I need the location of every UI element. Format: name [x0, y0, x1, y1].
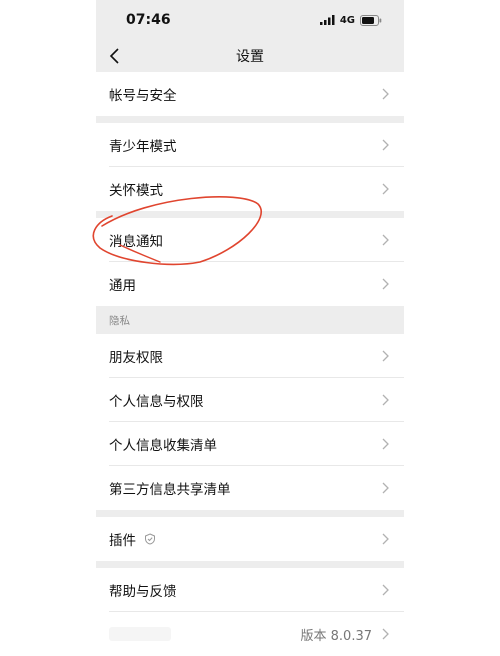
- settings-item-about[interactable]: 版本 8.0.37: [96, 612, 404, 656]
- chevron-right-icon: [382, 533, 389, 545]
- network-type: 4G: [339, 14, 355, 26]
- settings-item-third-party-sharing-list[interactable]: 第三方信息共享清单: [96, 466, 404, 510]
- nav-bar: 设置: [96, 40, 404, 72]
- settings-item-personal-info-permissions[interactable]: 个人信息与权限: [96, 378, 404, 422]
- settings-item-label: 通用: [109, 278, 136, 294]
- settings-item-help-feedback[interactable]: 帮助与反馈: [96, 568, 404, 612]
- settings-item-general[interactable]: 通用: [96, 262, 404, 306]
- settings-item-friend-permissions[interactable]: 朋友权限: [96, 334, 404, 378]
- chevron-right-icon: [382, 438, 389, 450]
- chevron-right-icon: [382, 628, 389, 640]
- chevron-right-icon: [382, 394, 389, 406]
- section-header-privacy: 隐私: [109, 315, 130, 327]
- settings-item-label: 个人信息与权限: [109, 394, 204, 410]
- settings-item-label: 关怀模式: [109, 183, 163, 199]
- phone-screen: 07:46 4G 设置 帐号与安全 青少年模式 关怀模式 消息通知 通用 隐私 …: [96, 0, 404, 656]
- chevron-right-icon: [382, 482, 389, 494]
- chevron-right-icon: [382, 88, 389, 100]
- settings-item-label: 个人信息收集清单: [109, 438, 217, 454]
- page-title: 设置: [236, 49, 264, 65]
- settings-item-plugins[interactable]: 插件: [96, 517, 404, 561]
- settings-item-info-collection-list[interactable]: 个人信息收集清单: [96, 422, 404, 466]
- settings-item-label: 帐号与安全: [109, 88, 177, 104]
- shield-icon: [145, 533, 155, 545]
- chevron-right-icon: [382, 278, 389, 290]
- back-arrow-icon[interactable]: [106, 46, 126, 66]
- settings-item-label-group: [109, 627, 301, 641]
- settings-item-label: 帮助与反馈: [109, 584, 177, 600]
- settings-item-label: 消息通知: [109, 234, 163, 250]
- status-time: 07:46: [126, 12, 171, 28]
- settings-item-account-security[interactable]: 帐号与安全: [96, 72, 404, 116]
- chevron-right-icon: [382, 139, 389, 151]
- settings-item-label: 朋友权限: [109, 350, 163, 366]
- chevron-right-icon: [382, 350, 389, 362]
- settings-item-label: 插件: [109, 533, 136, 549]
- status-indicators: 4G: [319, 14, 382, 26]
- chevron-right-icon: [382, 183, 389, 195]
- blurred-label-placeholder: [109, 627, 171, 641]
- settings-item-teen-mode[interactable]: 青少年模式: [96, 123, 404, 167]
- settings-item-care-mode[interactable]: 关怀模式: [96, 167, 404, 211]
- chevron-right-icon: [382, 584, 389, 596]
- chevron-right-icon: [382, 234, 389, 246]
- signal-icon: [319, 15, 335, 25]
- version-text: 版本 8.0.37: [300, 628, 372, 644]
- settings-item-label: 第三方信息共享清单: [109, 482, 231, 498]
- status-bar: 07:46 4G: [96, 0, 404, 40]
- settings-item-label-group: 插件: [109, 529, 380, 549]
- settings-item-notifications[interactable]: 消息通知: [96, 218, 404, 262]
- battery-icon: [360, 14, 382, 26]
- settings-item-label: 青少年模式: [109, 139, 177, 155]
